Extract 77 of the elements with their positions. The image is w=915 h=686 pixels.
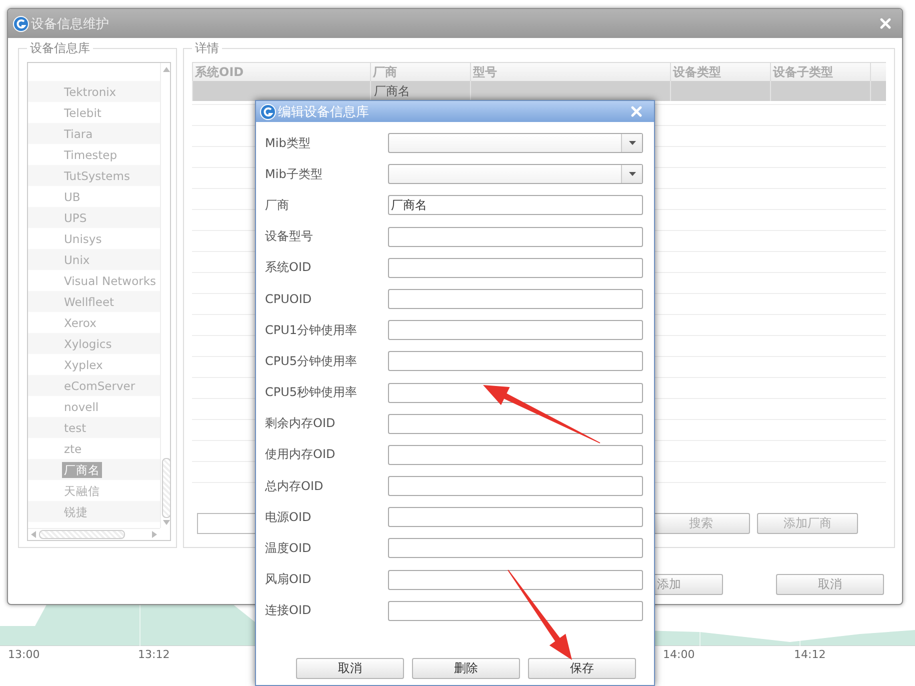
caret-icon — [628, 141, 636, 145]
group-title: 设备信息库 — [27, 41, 93, 55]
app-logo-icon — [260, 104, 276, 120]
vendor-item[interactable]: Tiara — [62, 126, 95, 142]
field-label: CPUOID — [265, 292, 313, 306]
input-field[interactable] — [388, 507, 643, 528]
field-label: 设备型号 — [265, 228, 314, 246]
input-field[interactable]: 厂商名 — [388, 195, 643, 216]
input-field[interactable] — [388, 476, 643, 496]
vertical-scrollbar[interactable] — [160, 63, 171, 528]
toolbar-button[interactable]: 添加厂商 — [757, 513, 858, 534]
scroll-right-icon — [152, 531, 157, 538]
vendor-item[interactable]: UPS — [62, 210, 89, 226]
vendor-item[interactable]: Unix — [62, 252, 92, 268]
dialog-title: 编辑设备信息库 — [278, 104, 369, 120]
field-label: 温度OID — [265, 540, 312, 557]
axis-label: 14:00 — [663, 648, 695, 661]
dropdown-field[interactable] — [388, 164, 643, 184]
vendor-item[interactable]: 锐捷 — [62, 504, 90, 520]
input-field[interactable] — [388, 320, 643, 340]
dialog-button[interactable]: 删除 — [412, 658, 520, 679]
vendor-item[interactable]: Telebit — [62, 104, 104, 120]
input-field[interactable] — [388, 258, 643, 278]
field-label: 剩余内存OID — [265, 415, 336, 432]
app-logo-icon — [13, 16, 29, 32]
field-label: 厂商 — [265, 196, 290, 214]
vendor-item[interactable]: Unisys — [62, 230, 104, 246]
group-title: 详情 — [192, 41, 222, 55]
vendor-item[interactable]: test — [62, 420, 88, 436]
vendor-item[interactable]: UB — [62, 188, 82, 204]
input-field[interactable] — [388, 288, 643, 309]
scroll-thumb[interactable] — [39, 530, 125, 539]
scroll-up-icon — [162, 67, 170, 72]
input-field[interactable] — [388, 444, 643, 465]
input-field[interactable] — [388, 226, 643, 247]
dropdown-field[interactable] — [388, 133, 643, 153]
field-label: 电源OID — [265, 508, 312, 526]
field-label: CPU5分钟使用率 — [265, 352, 358, 370]
field-label: CPU5秒钟使用率 — [265, 384, 358, 401]
field-label: 风扇OID — [265, 571, 312, 588]
field-label: Mib类型 — [265, 134, 312, 152]
axis-label: 13:12 — [138, 648, 170, 661]
scroll-down-icon — [162, 520, 170, 525]
scroll-left-icon — [31, 531, 36, 538]
dialog-button[interactable]: 取消 — [296, 658, 404, 679]
field-label: CPU1分钟使用率 — [265, 322, 358, 339]
input-field[interactable] — [388, 570, 643, 590]
vendor-item[interactable]: Visual Networks — [62, 272, 158, 288]
horizontal-scrollbar[interactable] — [28, 528, 160, 540]
dialog-button[interactable]: 保存 — [528, 658, 636, 679]
vendor-item[interactable]: novell — [62, 398, 101, 414]
toolbar-button[interactable]: 搜索 — [652, 513, 750, 534]
window-title: 设备信息维护 — [31, 16, 109, 32]
field-label: 系统OID — [265, 259, 312, 276]
vendor-item[interactable]: Xyplex — [62, 356, 105, 372]
input-field[interactable] — [388, 600, 643, 621]
vendor-item[interactable]: 天融信 — [62, 482, 102, 498]
input-field[interactable] — [388, 538, 643, 558]
field-label: 连接OID — [265, 602, 312, 620]
vendor-item[interactable]: zte — [62, 440, 84, 456]
scroll-thumb[interactable] — [162, 458, 170, 518]
table-row[interactable]: 厂商名 — [192, 81, 886, 101]
vendor-item[interactable]: Timestep — [62, 146, 120, 162]
vendor-item[interactable]: 厂商名 — [62, 462, 102, 478]
caret-icon — [628, 172, 636, 176]
axis-label: 14:12 — [794, 648, 826, 661]
close-icon[interactable] — [631, 106, 642, 117]
axis-label: 13:00 — [8, 648, 40, 661]
vendor-item[interactable]: Xerox — [62, 314, 98, 330]
field-label: 总内存OID — [265, 478, 324, 495]
field-label: Mib子类型 — [265, 166, 324, 183]
footer-button[interactable]: 取消 — [776, 574, 884, 595]
input-field[interactable] — [388, 351, 643, 372]
input-field[interactable] — [388, 382, 643, 402]
input-field[interactable] — [388, 414, 643, 434]
close-icon[interactable] — [880, 18, 891, 29]
field-label: 使用内存OID — [265, 446, 336, 464]
